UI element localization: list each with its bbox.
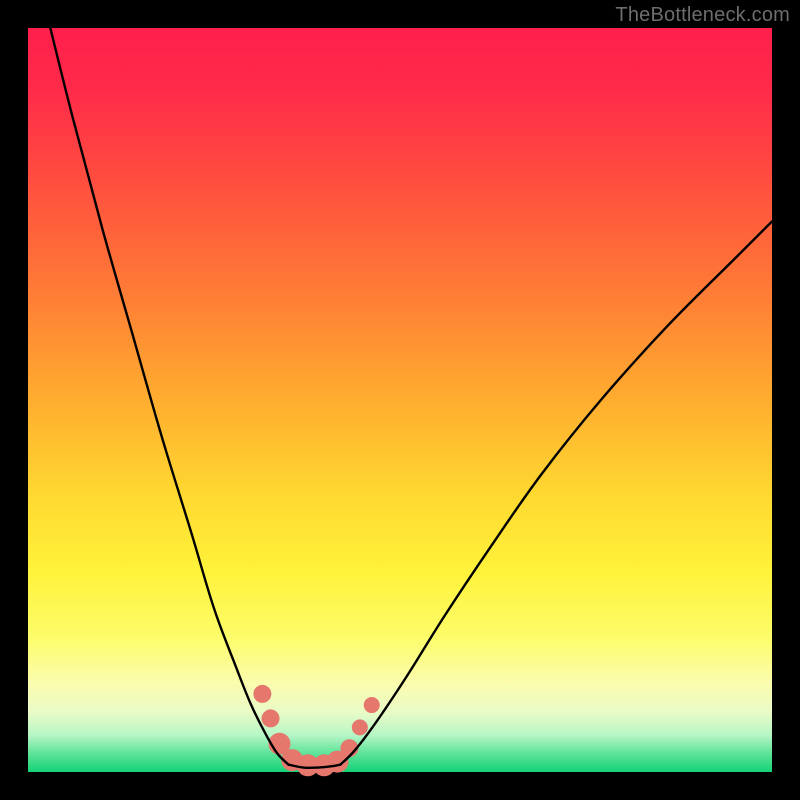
curve-right-branch: [340, 221, 772, 764]
chart-svg: [28, 28, 772, 772]
highlight-dot: [352, 719, 368, 735]
highlight-dot: [262, 709, 280, 727]
highlight-dot: [364, 697, 380, 713]
watermark-text: TheBottleneck.com: [615, 4, 790, 27]
highlight-dot: [253, 685, 271, 703]
plot-area: [28, 28, 772, 772]
chart-frame: TheBottleneck.com: [0, 0, 800, 800]
line-layer: [50, 28, 772, 768]
curve-left-branch: [50, 28, 288, 765]
marker-layer: [253, 685, 379, 776]
